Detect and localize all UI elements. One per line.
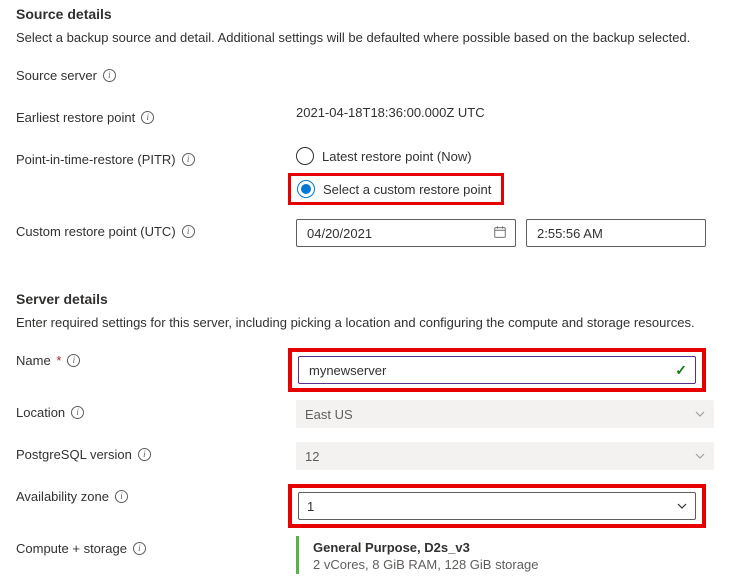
pitr-radio-latest-label: Latest restore point (Now) <box>322 149 472 164</box>
location-value: East US <box>305 407 353 422</box>
chevron-down-icon <box>677 501 687 511</box>
info-icon[interactable]: i <box>115 490 128 503</box>
source-details-heading: Source details <box>16 6 714 22</box>
pitr-radio-custom[interactable]: Select a custom restore point <box>297 180 491 198</box>
location-select: East US <box>296 400 714 428</box>
postgresql-version-select: 12 <box>296 442 714 470</box>
compute-storage-subtitle: 2 vCores, 8 GiB RAM, 128 GiB storage <box>313 557 538 572</box>
location-label: Location <box>16 405 65 420</box>
availability-zone-label: Availability zone <box>16 489 109 504</box>
radio-icon <box>296 147 314 165</box>
postgresql-version-value: 12 <box>305 449 319 464</box>
custom-restore-date-value[interactable] <box>305 225 485 242</box>
pitr-radio-latest[interactable]: Latest restore point (Now) <box>296 147 504 165</box>
availability-zone-value: 1 <box>307 499 314 514</box>
source-server-label: Source server <box>16 68 97 83</box>
info-icon[interactable]: i <box>103 69 116 82</box>
source-details-description: Select a backup source and detail. Addit… <box>16 30 714 45</box>
info-icon[interactable]: i <box>138 448 151 461</box>
custom-restore-label: Custom restore point (UTC) <box>16 224 176 239</box>
earliest-restore-value: 2021-04-18T18:36:00.000Z UTC <box>296 105 485 120</box>
availability-zone-select[interactable]: 1 <box>298 492 696 520</box>
compute-storage-label: Compute + storage <box>16 541 127 556</box>
pitr-radio-custom-label: Select a custom restore point <box>323 182 491 197</box>
pitr-label: Point-in-time-restore (PITR) <box>16 152 176 167</box>
calendar-icon[interactable] <box>493 225 507 242</box>
name-label: Name <box>16 353 51 368</box>
earliest-restore-label: Earliest restore point <box>16 110 135 125</box>
info-icon[interactable]: i <box>141 111 154 124</box>
custom-restore-time-value[interactable] <box>535 225 697 242</box>
info-icon[interactable]: i <box>182 153 195 166</box>
info-icon[interactable]: i <box>67 354 80 367</box>
info-icon[interactable]: i <box>182 225 195 238</box>
compute-storage-summary: General Purpose, D2s_v3 2 vCores, 8 GiB … <box>296 536 538 574</box>
server-details-heading: Server details <box>16 291 714 307</box>
postgresql-version-label: PostgreSQL version <box>16 447 132 462</box>
custom-restore-date-input[interactable] <box>296 219 516 247</box>
name-input-value[interactable] <box>307 362 667 379</box>
server-details-description: Enter required settings for this server,… <box>16 315 714 330</box>
chevron-down-icon <box>695 409 705 419</box>
compute-storage-title: General Purpose, D2s_v3 <box>313 540 538 555</box>
info-icon[interactable]: i <box>133 542 146 555</box>
required-indicator: * <box>56 353 61 368</box>
check-icon: ✓ <box>675 362 687 379</box>
name-input[interactable]: ✓ <box>298 356 696 384</box>
info-icon[interactable]: i <box>71 406 84 419</box>
chevron-down-icon <box>695 451 705 461</box>
radio-icon <box>297 180 315 198</box>
custom-restore-time-input[interactable] <box>526 219 706 247</box>
